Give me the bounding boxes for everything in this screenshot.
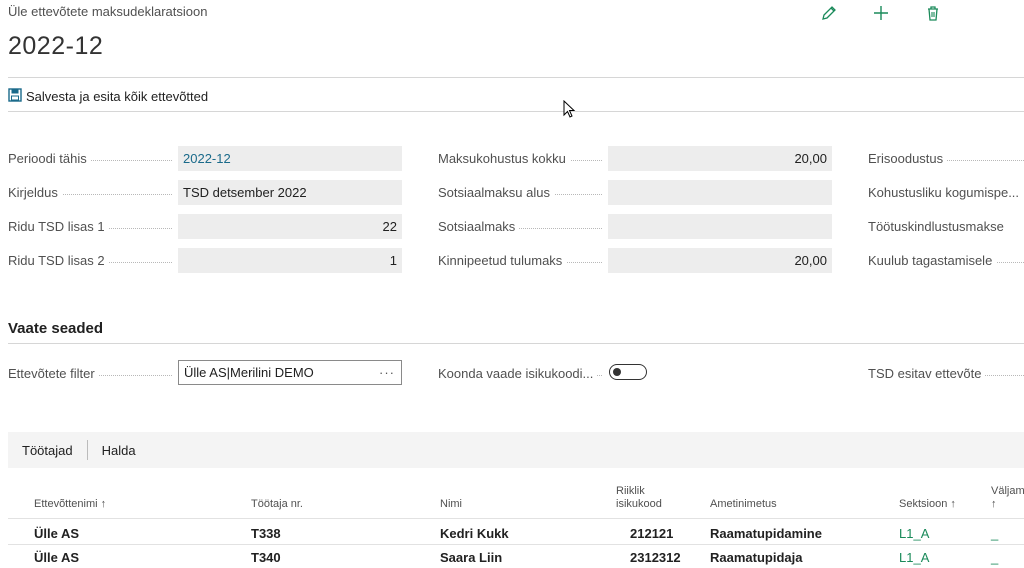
save-and-submit-button[interactable]: Salvesta ja esita kõik ettevõtted: [8, 88, 208, 105]
section-title-view-settings[interactable]: Vaate seaded: [8, 320, 103, 337]
mouse-cursor-icon: [563, 99, 577, 123]
cell-payout[interactable]: _: [991, 526, 998, 541]
field-value-ridu-lisa1[interactable]: 22: [178, 214, 402, 239]
field-label-kirjeldus: Kirjeldus: [8, 185, 172, 200]
field-value-kinnipeetud[interactable]: 20,00: [608, 248, 832, 273]
cell-company[interactable]: Ülle AS: [34, 526, 79, 541]
col-header-emp-no[interactable]: Töötaja nr.: [251, 498, 303, 511]
col-header-payout[interactable]: Väljama ↑: [991, 485, 1024, 511]
col-header-company[interactable]: Ettevõttenimi ↑: [34, 498, 106, 511]
cell-company[interactable]: Ülle AS: [34, 550, 79, 565]
field-label-sotsiaalmaksu-alus: Sotsiaalmaksu alus: [438, 185, 602, 200]
field-value-maksukohustus[interactable]: 20,00: [608, 146, 832, 171]
field-label-tsd-company: TSD esitav ettevõte: [868, 366, 1024, 381]
field-value-sotsiaalmaks[interactable]: [608, 214, 832, 239]
cell-emp-no[interactable]: T338: [251, 526, 281, 541]
save-icon: [8, 88, 22, 105]
col-header-id-code-line1: Riiklik: [616, 485, 645, 497]
employees-panel: Töötajad Halda Ettevõttenimi ↑ Töötaja n…: [8, 432, 1024, 568]
tab-employees[interactable]: Töötajad: [8, 443, 87, 458]
consolidate-toggle[interactable]: [609, 364, 647, 380]
more-options-icon[interactable]: ···: [379, 361, 395, 384]
col-header-payout-line1: Väljama: [991, 485, 1024, 497]
field-label-erisoodustus: Erisoodustus: [868, 151, 1024, 166]
section-divider: [8, 343, 1024, 344]
tab-manage[interactable]: Halda: [88, 443, 150, 458]
col-header-payout-line2: ↑: [991, 498, 997, 510]
toggle-knob: [613, 368, 621, 376]
field-label-kuulub: Kuulub tagastamisele: [868, 253, 1024, 268]
cell-section[interactable]: L1_A: [899, 550, 929, 565]
field-label-company-filter: Ettevõtete filter: [8, 366, 172, 381]
row-divider: [8, 544, 1024, 545]
cell-id-code[interactable]: 2312312: [630, 550, 681, 565]
cell-id-code[interactable]: 212121: [630, 526, 673, 541]
grid-tabs: Töötajad Halda: [8, 432, 150, 468]
field-label-tootuskindlustus: Töötuskindlustusmakse: [868, 219, 1024, 234]
header-divider: [8, 77, 1024, 78]
field-label-consolidate: Koonda vaade isikukoodi...: [438, 366, 602, 381]
col-header-id-code-line2: isikukood: [616, 498, 662, 510]
col-header-section[interactable]: Sektsioon ↑: [899, 498, 956, 511]
cell-emp-no[interactable]: T340: [251, 550, 281, 565]
breadcrumb[interactable]: Üle ettevõtete maksudeklaratsioon: [8, 4, 207, 19]
field-value-sotsiaalmaksu-alus[interactable]: [608, 180, 832, 205]
page-actions: [818, 2, 944, 24]
add-icon[interactable]: [870, 2, 892, 24]
page-title: 2022-12: [8, 32, 104, 60]
field-value-perioodi-tahis[interactable]: 2022-12: [178, 146, 402, 171]
field-label-perioodi-tahis: Perioodi tähis: [8, 151, 172, 166]
cell-name[interactable]: Kedri Kukk: [440, 526, 509, 541]
field-label-sotsiaalmaks: Sotsiaalmaks: [438, 219, 602, 234]
col-header-job[interactable]: Ametinimetus: [710, 498, 777, 511]
delete-icon[interactable]: [922, 2, 944, 24]
field-label-maksukohustus: Maksukohustus kokku: [438, 151, 602, 166]
save-label: Salvesta ja esita kõik ettevõtted: [26, 89, 209, 104]
cell-job[interactable]: Raamatupidaja: [710, 550, 802, 565]
employees-grid: Ettevõttenimi ↑ Töötaja nr. Nimi Riiklik…: [8, 468, 1024, 568]
cell-job[interactable]: Raamatupidamine: [710, 526, 822, 541]
company-filter-input[interactable]: Ülle AS|Merilini DEMO ···: [178, 360, 402, 385]
col-header-id-code[interactable]: Riiklik isikukood: [616, 485, 662, 511]
cell-section[interactable]: L1_A: [899, 526, 929, 541]
field-value-ridu-lisa2[interactable]: 1: [178, 248, 402, 273]
field-label-kinnipeetud: Kinnipeetud tulumaks: [438, 253, 602, 268]
col-header-name[interactable]: Nimi: [440, 498, 462, 511]
action-divider: [8, 111, 1024, 112]
company-filter-value: Ülle AS|Merilini DEMO: [184, 365, 314, 380]
field-value-kirjeldus[interactable]: TSD detsember 2022: [178, 180, 402, 205]
cell-payout[interactable]: _: [991, 550, 998, 565]
cell-name[interactable]: Saara Liin: [440, 550, 502, 565]
field-label-ridu-lisa2: Ridu TSD lisas 2: [8, 253, 172, 268]
field-label-kohustusliku: Kohustusliku kogumispe...: [868, 185, 1024, 200]
header-row-divider: [8, 518, 1024, 519]
field-label-ridu-lisa1: Ridu TSD lisas 1: [8, 219, 172, 234]
edit-icon[interactable]: [818, 2, 840, 24]
